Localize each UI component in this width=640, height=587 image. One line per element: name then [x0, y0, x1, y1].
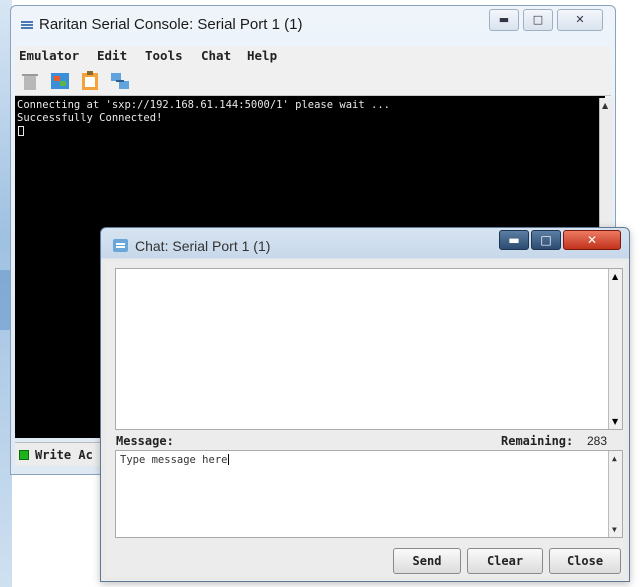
- chat-close-button[interactable]: ✕: [563, 230, 621, 250]
- scroll-down-icon[interactable]: ▼: [612, 417, 618, 426]
- terminal-scrollbar[interactable]: ▲: [599, 98, 613, 228]
- title-bar[interactable]: Raritan Serial Console: Serial Port 1 (1…: [11, 6, 615, 42]
- chat-app-icon: [113, 239, 128, 252]
- trash-icon[interactable]: [19, 70, 41, 92]
- scroll-down-icon[interactable]: ▼: [612, 525, 617, 534]
- console-app-icon: [21, 21, 33, 29]
- minimize-icon: ▬: [498, 13, 510, 26]
- menu-chat[interactable]: Chat: [201, 48, 231, 63]
- menu-help[interactable]: Help: [247, 48, 277, 63]
- menu-tools[interactable]: Tools: [145, 48, 183, 63]
- status-text: Write Ac: [35, 448, 93, 462]
- close-button[interactable]: ✕: [557, 9, 603, 31]
- chat-history-scrollbar[interactable]: ▲ ▼: [608, 269, 622, 429]
- scroll-up-icon[interactable]: ▲: [602, 101, 608, 110]
- menu-edit[interactable]: Edit: [97, 48, 127, 63]
- terminal-line: Connecting at 'sxp://192.168.61.144:5000…: [17, 99, 390, 111]
- chat-window-title: Chat: Serial Port 1 (1): [135, 238, 271, 254]
- close-icon: ✕: [575, 13, 585, 26]
- remaining-label: Remaining:: [501, 434, 574, 448]
- chat-title-bar[interactable]: Chat: Serial Port 1 (1) ▬ □ ✕: [101, 228, 629, 262]
- close-chat-button[interactable]: Close: [549, 548, 621, 574]
- maximize-icon: □: [532, 13, 544, 26]
- menu-bar: Emulator Edit Tools Chat Help: [15, 46, 611, 66]
- scroll-up-icon[interactable]: ▲: [612, 454, 617, 463]
- terminal-line: Successfully Connected!: [17, 112, 163, 124]
- menu-emulator[interactable]: Emulator: [19, 48, 79, 63]
- maximize-icon: □: [540, 233, 552, 247]
- chat-maximize-button[interactable]: □: [531, 230, 561, 250]
- message-text: Type message here: [120, 454, 228, 466]
- chat-history[interactable]: ▲ ▼: [115, 268, 623, 430]
- desktop-background-accent: [0, 270, 10, 330]
- status-led-icon: [19, 450, 29, 460]
- message-input[interactable]: Type message here ▲ ▼: [115, 450, 623, 538]
- toolbar: [15, 66, 611, 96]
- minimize-icon: ▬: [508, 233, 520, 247]
- text-caret: [228, 454, 230, 465]
- terminal-cursor: [18, 126, 24, 136]
- clipboard-icon[interactable]: [79, 70, 101, 92]
- send-button[interactable]: Send: [393, 548, 461, 574]
- clear-button[interactable]: Clear: [467, 548, 543, 574]
- scroll-up-icon[interactable]: ▲: [612, 272, 618, 281]
- network-icon[interactable]: [109, 70, 131, 92]
- maximize-button[interactable]: □: [523, 9, 553, 31]
- chat-window: Chat: Serial Port 1 (1) ▬ □ ✕ ▲ ▼ Messag…: [100, 227, 630, 582]
- chat-body: ▲ ▼ Message: Remaining: 283 Type message…: [105, 262, 625, 577]
- window-title: Raritan Serial Console: Serial Port 1 (1…: [39, 16, 303, 33]
- chat-minimize-button[interactable]: ▬: [499, 230, 529, 250]
- remaining-count: 283: [587, 434, 608, 448]
- close-icon: ✕: [586, 233, 598, 247]
- message-scrollbar[interactable]: ▲ ▼: [608, 451, 622, 537]
- message-label: Message:: [116, 434, 174, 448]
- connect-icon[interactable]: [49, 70, 71, 92]
- minimize-button[interactable]: ▬: [489, 9, 519, 31]
